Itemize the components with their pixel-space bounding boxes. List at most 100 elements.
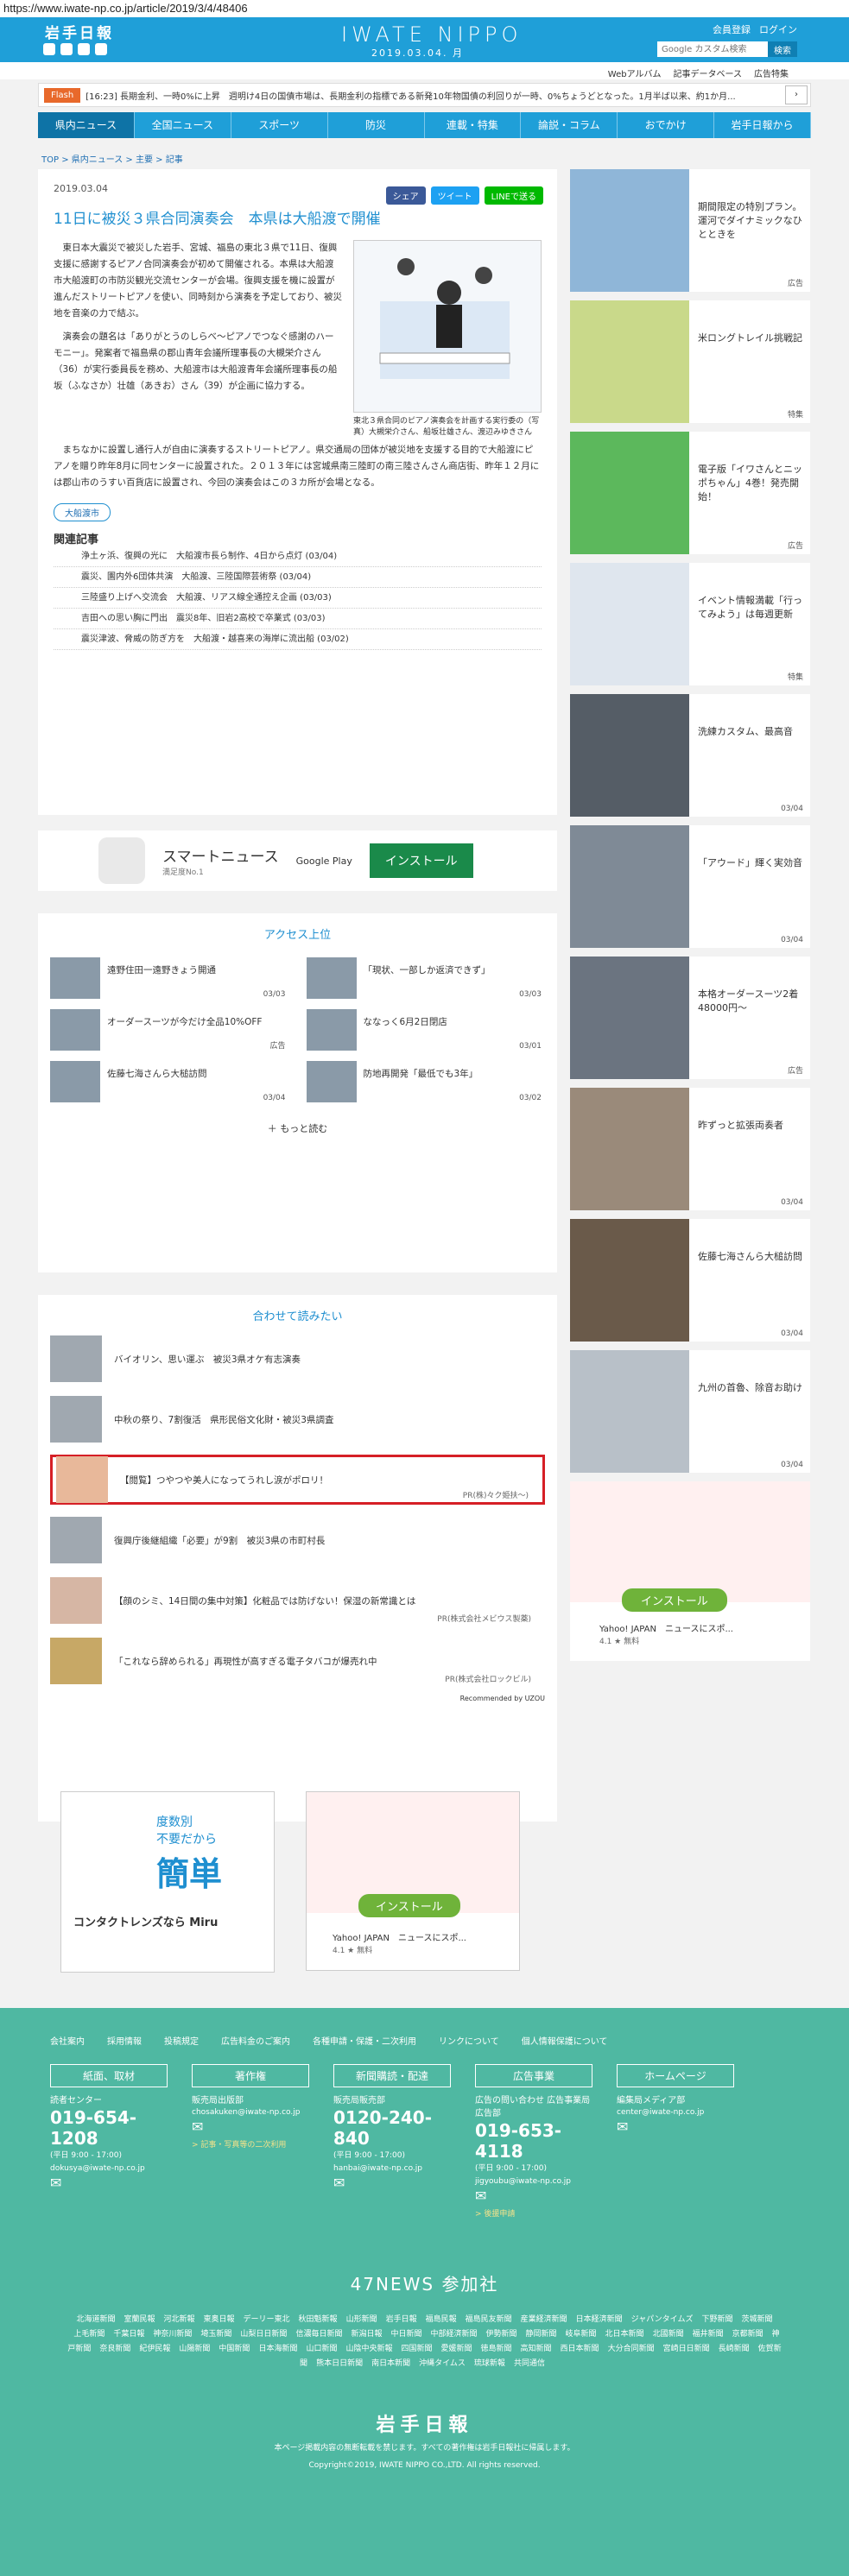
- member-paper-link[interactable]: 下野新聞: [701, 2315, 732, 2324]
- twitter-icon[interactable]: [43, 43, 55, 55]
- secondary-use-link[interactable]: > 記事・写真等の二次利用: [192, 2138, 309, 2150]
- related-item[interactable]: 震災津波、脅威の防ぎ方を 大船渡・越喜来の海岸に流出船 (03/02): [54, 629, 542, 650]
- sub-nav-database[interactable]: 記事データベース: [674, 66, 743, 79]
- member-paper-link[interactable]: 大分合同新聞: [608, 2345, 655, 2353]
- login-link[interactable]: ログイン: [759, 22, 797, 36]
- member-paper-link[interactable]: 中部経済新聞: [430, 2330, 477, 2339]
- member-paper-link[interactable]: 徳島新聞: [481, 2345, 512, 2353]
- yahoo-install-button[interactable]: インストール: [358, 1894, 460, 1917]
- nav-series[interactable]: 連載・特集: [425, 112, 522, 138]
- register-link[interactable]: 会員登録: [713, 22, 751, 36]
- member-paper-link[interactable]: 南日本新聞: [371, 2359, 410, 2368]
- sidebar-item[interactable]: 電子版「イワさんとニッポちゃん」4巻！発売開始！ 広告: [570, 432, 810, 554]
- member-paper-link[interactable]: 山陽新聞: [179, 2345, 210, 2353]
- member-paper-link[interactable]: 福島民報: [426, 2315, 457, 2324]
- breadcrumb[interactable]: TOP > 県内ニュース > 主要 > 記事: [41, 152, 183, 165]
- member-paper-link[interactable]: 東奥日報: [204, 2315, 235, 2324]
- mail-icon[interactable]: ✉: [475, 2188, 592, 2204]
- sidebar-item[interactable]: 九州の首魯、除音お助け 03/04: [570, 1350, 810, 1473]
- yahoo-install-button[interactable]: インストール: [622, 1588, 727, 1612]
- member-paper-link[interactable]: 日本海新聞: [258, 2345, 297, 2353]
- miru-ad[interactable]: 度数別 不要だから 簡単 コンタクトレンズなら Miru: [60, 1791, 275, 1973]
- sidebar-item[interactable]: 「アウード」輝く実効音 03/04: [570, 825, 810, 948]
- member-paper-link[interactable]: 秋田魁新報: [299, 2315, 338, 2324]
- member-paper-link[interactable]: 長崎新聞: [719, 2345, 750, 2353]
- member-paper-link[interactable]: 信濃毎日新聞: [295, 2330, 342, 2339]
- member-paper-link[interactable]: 茨城新聞: [742, 2315, 773, 2324]
- related-item[interactable]: 三陸盛り上げへ交流会 大船渡、リアス線全通控え企画 (03/03): [54, 588, 542, 609]
- recommend-item[interactable]: 復興庁後継組織「必要」が9割 被災3県の市町村長: [50, 1515, 545, 1565]
- member-paper-link[interactable]: 宮崎日日新聞: [663, 2345, 710, 2353]
- install-button[interactable]: インストール: [369, 843, 473, 878]
- mail-icon[interactable]: ✉: [617, 2118, 734, 2135]
- member-paper-link[interactable]: 沖縄タイムス: [419, 2359, 466, 2368]
- nav-from-nippo[interactable]: 岩手日報から: [714, 112, 811, 138]
- related-item[interactable]: 吉田への思い胸に門出 震災8年、旧岩2高校で卒業式 (03/03): [54, 609, 542, 629]
- sub-nav-ad[interactable]: 広告特集: [754, 66, 789, 79]
- instagram-icon[interactable]: [95, 43, 107, 55]
- access-item[interactable]: オーダースーツが今だけ全品10%OFF 広告: [50, 1009, 289, 1051]
- uzou-credit[interactable]: Recommended by UZOU: [50, 1695, 545, 1702]
- member-paper-link[interactable]: 室蘭民報: [124, 2315, 155, 2324]
- phone-icon-tel[interactable]: 0120-240-840: [333, 2107, 451, 2149]
- footer-link[interactable]: 広告料金のご案内: [221, 2034, 290, 2047]
- member-paper-link[interactable]: 奈良新聞: [99, 2345, 130, 2353]
- member-paper-link[interactable]: 西日本新聞: [561, 2345, 599, 2353]
- related-item[interactable]: 浄土ヶ浜、復興の光に 大船渡市長ら制作、4日から点灯 (03/04): [54, 546, 542, 567]
- member-paper-link[interactable]: 山口新聞: [306, 2345, 337, 2353]
- member-paper-link[interactable]: 北日本新聞: [605, 2330, 644, 2339]
- member-paper-link[interactable]: 千葉日報: [113, 2330, 144, 2339]
- access-item[interactable]: 「現状、一部しか返済できず」 03/03: [306, 957, 546, 999]
- member-paper-link[interactable]: 新潟日報: [351, 2330, 382, 2339]
- site-logo[interactable]: 岩手日報: [45, 21, 114, 42]
- related-item[interactable]: 震災、園内外6団体共演 大船渡、三陸国際芸術祭 (03/04): [54, 567, 542, 588]
- phone-icon-tel[interactable]: 019-654-1208: [50, 2107, 168, 2149]
- member-paper-link[interactable]: 四国新聞: [401, 2345, 432, 2353]
- member-paper-link[interactable]: 北海道新聞: [76, 2315, 115, 2324]
- sidebar-item[interactable]: 昨ずっと拡張両奏者 03/04: [570, 1088, 810, 1210]
- sidebar-item[interactable]: 期間限定の特別プラン。運河でダイナミックなひとときを 広告: [570, 169, 810, 292]
- footer-logo[interactable]: 岩手日報: [0, 2409, 849, 2437]
- contact-email[interactable]: hanbai@iwate-np.co.jp: [333, 2163, 451, 2175]
- mail-icon[interactable]: ✉: [333, 2175, 451, 2191]
- member-paper-link[interactable]: 中日新聞: [390, 2330, 421, 2339]
- member-paper-link[interactable]: 紀伊民報: [139, 2345, 170, 2353]
- member-paper-link[interactable]: デーリー東北: [244, 2315, 290, 2324]
- member-paper-link[interactable]: 神奈川新聞: [153, 2330, 192, 2339]
- member-paper-link[interactable]: 福井新聞: [693, 2330, 724, 2339]
- member-paper-link[interactable]: 山梨日日新聞: [240, 2330, 287, 2339]
- recommend-item[interactable]: 「これなら辞められる」再現性が高すぎる電子タバコが爆売れ中 PR(株式会社ロックビ…: [50, 1636, 545, 1686]
- footer-link[interactable]: リンクについて: [439, 2034, 499, 2047]
- member-paper-link[interactable]: 山陰中央新報: [345, 2345, 392, 2353]
- recommend-item-highlighted[interactable]: 【閲覧】つやつや美人になってうれし涙がポロリ！ PR(株)々ク姫扶～): [50, 1455, 545, 1505]
- footer-link[interactable]: 個人情報保護について: [522, 2034, 608, 2047]
- sidebar-item[interactable]: 洗練カスタム、最高音 03/04: [570, 694, 810, 817]
- member-paper-link[interactable]: 福島民友新聞: [466, 2315, 512, 2324]
- yahoo-ad-side[interactable]: インストール Yahoo! JAPAN ニュースにスポ... 4.1 ★ 無料: [570, 1481, 810, 1661]
- tag-ofunato[interactable]: 大船渡市: [54, 503, 111, 521]
- more-button[interactable]: ＋ もっと読む: [50, 1121, 545, 1135]
- member-paper-link[interactable]: 熊本日日新聞: [316, 2359, 363, 2368]
- member-paper-link[interactable]: 山形新聞: [346, 2315, 377, 2324]
- member-paper-link[interactable]: 琉球新報: [474, 2359, 505, 2368]
- sidebar-item[interactable]: イベント情報満載「行ってみよう」は毎週更新 特集: [570, 563, 810, 685]
- footer-link[interactable]: 会社案内: [50, 2034, 85, 2047]
- recommend-item[interactable]: 中秋の祭り、7割復活 県形民俗文化財・被災3県調査: [50, 1394, 545, 1444]
- footer-link[interactable]: 各種申請・保護・二次利用: [313, 2034, 416, 2047]
- access-item[interactable]: 防地再開発「最低でも3年」 03/02: [306, 1061, 546, 1102]
- search-input[interactable]: [657, 41, 768, 57]
- access-item[interactable]: 遠野住田一遠野きょう開通 03/03: [50, 957, 289, 999]
- member-paper-link[interactable]: 京都新聞: [732, 2330, 763, 2339]
- member-paper-link[interactable]: 産業経済新聞: [521, 2315, 567, 2324]
- nav-disaster[interactable]: 防災: [328, 112, 425, 138]
- recommend-item[interactable]: 【顔のシミ、14日間の集中対策】化粧品では防げない！保湿の新常識とは PR(株式会…: [50, 1575, 545, 1626]
- sidebar-item[interactable]: 佐藤七海さんら大槌訪問 03/04: [570, 1219, 810, 1342]
- sponsorship-link[interactable]: > 後援申請: [475, 2207, 592, 2219]
- member-paper-link[interactable]: 岐阜新聞: [566, 2330, 597, 2339]
- member-paper-link[interactable]: 愛媛新聞: [441, 2345, 472, 2353]
- nav-national[interactable]: 全国ニュース: [135, 112, 231, 138]
- member-paper-link[interactable]: 上毛新聞: [73, 2330, 105, 2339]
- brand-name[interactable]: IWATE NIPPO: [341, 22, 522, 47]
- yahoo-ad-bottom[interactable]: インストール Yahoo! JAPAN ニュースにスポ... 4.1 ★ 無料: [306, 1791, 520, 1971]
- nav-column[interactable]: 論説・コラム: [521, 112, 618, 138]
